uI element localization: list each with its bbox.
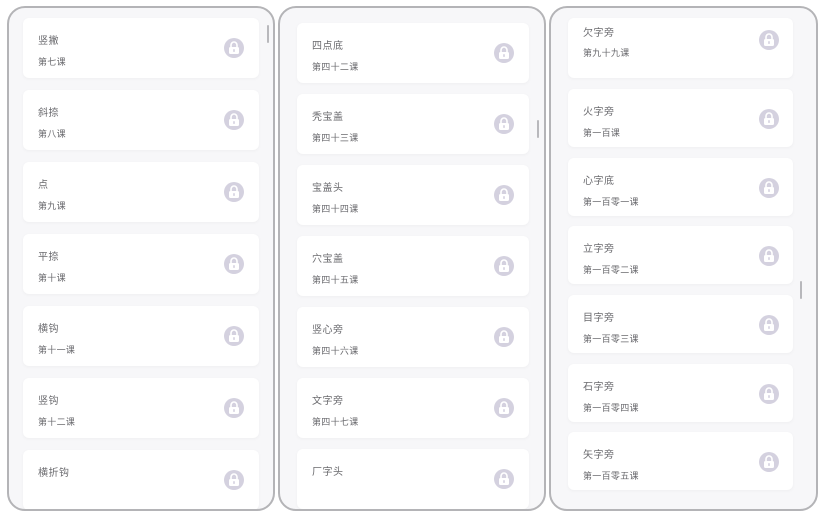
lesson-name: 立字旁: [583, 244, 615, 255]
lesson-number: 第一百零二课: [583, 266, 639, 276]
lock-icon: [224, 326, 244, 346]
lock-icon: [494, 43, 514, 63]
lock-icon: [224, 254, 244, 274]
lock-icon: [494, 185, 514, 205]
lesson-name: 竖心旁: [312, 325, 344, 336]
lesson-card[interactable]: 心字底 第一百零一课: [568, 158, 793, 216]
lesson-name: 竖撇: [38, 36, 59, 47]
lesson-list-panel-2[interactable]: 四点底 第四十二课 秃宝盖 第四十三课 宝盖头 第四十四课 穴宝盖 第四十五课 …: [278, 6, 546, 511]
lesson-name: 石字旁: [583, 382, 615, 393]
lesson-card[interactable]: 斜捺 第八课: [23, 90, 259, 150]
lesson-name: 斜捺: [38, 108, 59, 119]
lock-icon: [224, 38, 244, 58]
lesson-number: 第十课: [38, 274, 66, 284]
lesson-card[interactable]: 竖撇 第七课: [23, 18, 259, 78]
lock-icon: [224, 398, 244, 418]
lock-icon: [759, 452, 779, 472]
lesson-number: 第十一课: [38, 346, 76, 356]
lock-icon: [759, 384, 779, 404]
lesson-number: 第一百零一课: [583, 198, 639, 208]
lesson-card[interactable]: 竖心旁 第四十六课: [297, 307, 529, 367]
lesson-name: 横钩: [38, 324, 59, 335]
lock-icon: [494, 256, 514, 276]
lesson-number: 第九十九课: [583, 49, 630, 59]
lock-icon: [759, 30, 779, 50]
lesson-card[interactable]: 横折钩: [23, 450, 259, 509]
lesson-number: 第四十二课: [312, 63, 359, 73]
lesson-card[interactable]: 竖钩 第十二课: [23, 378, 259, 438]
lock-icon: [759, 109, 779, 129]
lesson-card[interactable]: 厂字头: [297, 449, 529, 509]
lesson-name: 宝盖头: [312, 183, 344, 194]
lesson-card[interactable]: 穴宝盖 第四十五课: [297, 236, 529, 296]
lesson-card[interactable]: 石字旁 第一百零四课: [568, 364, 793, 422]
lesson-card[interactable]: 横钩 第十一课: [23, 306, 259, 366]
scrollbar-thumb[interactable]: [267, 25, 269, 43]
lock-icon: [759, 178, 779, 198]
lesson-card[interactable]: 火字旁 第一百课: [568, 89, 793, 147]
lesson-name: 目字旁: [583, 313, 615, 324]
lesson-list-panel-1[interactable]: 竖撇 第七课 斜捺 第八课 点 第九课 平捺 第十课 横钩 第十一课 竖钩 第十…: [7, 6, 275, 511]
lesson-number: 第十二课: [38, 418, 76, 428]
lesson-card[interactable]: 平捺 第十课: [23, 234, 259, 294]
lock-icon: [224, 470, 244, 490]
lesson-card[interactable]: 立字旁 第一百零二课: [568, 226, 793, 284]
lock-icon: [224, 182, 244, 202]
lesson-name: 心字底: [583, 176, 615, 187]
lesson-number: 第四十六课: [312, 347, 359, 357]
lesson-name: 厂字头: [312, 467, 344, 478]
lesson-name: 文字旁: [312, 396, 344, 407]
lesson-name: 矢字旁: [583, 450, 615, 461]
lesson-number: 第一百零四课: [583, 404, 639, 414]
lesson-number: 第四十五课: [312, 276, 359, 286]
lesson-name: 平捺: [38, 252, 59, 263]
lesson-card[interactable]: 目字旁 第一百零三课: [568, 295, 793, 353]
lesson-number: 第一百课: [583, 129, 621, 139]
lesson-list-panel-3[interactable]: 欠字旁 第九十九课 火字旁 第一百课 心字底 第一百零一课 立字旁 第一百零二课…: [549, 6, 818, 511]
lesson-card[interactable]: 欠字旁 第九十九课: [568, 18, 793, 78]
lock-icon: [759, 246, 779, 266]
lesson-card[interactable]: 点 第九课: [23, 162, 259, 222]
lesson-name: 秃宝盖: [312, 112, 344, 123]
lock-icon: [494, 114, 514, 134]
lesson-name: 火字旁: [583, 107, 615, 118]
lesson-number: 第九课: [38, 202, 66, 212]
scrollbar-thumb[interactable]: [537, 120, 539, 138]
lesson-card[interactable]: 宝盖头 第四十四课: [297, 165, 529, 225]
lesson-number: 第四十三课: [312, 134, 359, 144]
lesson-card[interactable]: 秃宝盖 第四十三课: [297, 94, 529, 154]
lesson-name: 穴宝盖: [312, 254, 344, 265]
lesson-name: 四点底: [312, 41, 344, 52]
scrollbar-thumb[interactable]: [800, 281, 802, 299]
lesson-number: 第四十四课: [312, 205, 359, 215]
lesson-number: 第七课: [38, 58, 66, 68]
lesson-name: 竖钩: [38, 396, 59, 407]
lesson-card[interactable]: 四点底 第四十二课: [297, 23, 529, 83]
lock-icon: [494, 398, 514, 418]
lesson-card[interactable]: 矢字旁 第一百零五课: [568, 432, 793, 490]
lock-icon: [494, 327, 514, 347]
lock-icon: [759, 315, 779, 335]
lesson-name: 欠字旁: [583, 28, 615, 39]
lesson-name: 点: [38, 180, 49, 191]
lesson-number: 第一百零五课: [583, 472, 639, 482]
lock-icon: [224, 110, 244, 130]
lesson-number: 第八课: [38, 130, 66, 140]
lesson-number: 第四十七课: [312, 418, 359, 428]
lesson-card[interactable]: 文字旁 第四十七课: [297, 378, 529, 438]
lesson-name: 横折钩: [38, 468, 70, 479]
lesson-number: 第一百零三课: [583, 335, 639, 345]
lock-icon: [494, 469, 514, 489]
